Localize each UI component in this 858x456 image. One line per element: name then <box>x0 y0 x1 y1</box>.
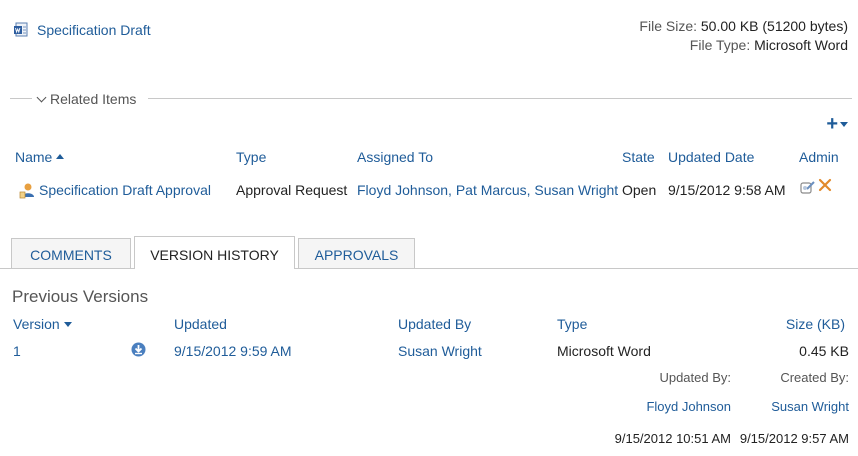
related-item-updated-date: 9/15/2012 9:58 AM <box>668 182 786 198</box>
column-header-type[interactable]: Type <box>236 149 266 165</box>
section-divider <box>10 98 32 99</box>
column-header-updated-date[interactable]: Updated Date <box>668 149 754 165</box>
version-number-link[interactable]: 1 <box>13 343 21 359</box>
caret-down-icon <box>840 122 848 128</box>
footer-created-by-link[interactable]: Susan Wright <box>771 399 849 414</box>
chevron-down-icon <box>36 92 47 103</box>
document-title-link[interactable]: Specification Draft <box>37 22 151 38</box>
tab-version-history[interactable]: VERSION HISTORY <box>134 236 295 269</box>
add-related-item-button[interactable]: + <box>826 114 848 134</box>
tab-comments[interactable]: COMMENTS <box>11 238 131 268</box>
footer-updated-date: 9/15/2012 10:51 AM <box>614 431 731 446</box>
plus-icon: + <box>826 113 838 135</box>
column-header-version[interactable]: Version <box>13 316 72 332</box>
download-icon[interactable] <box>131 342 146 357</box>
footer-created-by-label: Created By: <box>780 370 849 385</box>
related-item-assigned-to-link[interactable]: Floyd Johnson, Pat Marcus, Susan Wright <box>357 182 618 198</box>
related-items-title: Related Items <box>50 91 137 107</box>
version-size: 0.45 KB <box>799 343 849 359</box>
previous-versions-title: Previous Versions <box>12 287 149 306</box>
column-header-updated-by[interactable]: Updated By <box>398 316 471 332</box>
file-size-value: 50.00 KB (51200 bytes) <box>700 18 848 34</box>
sort-descending-icon <box>63 322 72 327</box>
column-header-name[interactable]: Name <box>15 149 65 165</box>
column-header-admin: Admin <box>799 149 839 165</box>
version-updated-by-link[interactable]: Susan Wright <box>398 343 482 359</box>
edit-icon[interactable] <box>800 180 816 195</box>
file-type-info: File Type: Microsoft Word <box>690 37 848 53</box>
version-updated-link[interactable]: 9/15/2012 9:59 AM <box>174 343 292 359</box>
section-divider <box>148 98 852 99</box>
file-size-label: File Size: <box>639 18 697 34</box>
word-document-icon <box>14 22 28 37</box>
column-header-updated[interactable]: Updated <box>174 316 227 332</box>
footer-created-date: 9/15/2012 9:57 AM <box>739 431 849 446</box>
delete-x-icon[interactable] <box>818 178 832 192</box>
footer-updated-by-link[interactable]: Floyd Johnson <box>646 399 731 414</box>
version-file-type: Microsoft Word <box>557 343 651 359</box>
related-item-type: Approval Request <box>236 182 348 198</box>
column-header-assigned-to[interactable]: Assigned To <box>357 149 433 165</box>
column-header-size[interactable]: Size (KB) <box>786 316 845 332</box>
approval-person-icon <box>19 183 34 199</box>
tab-approvals[interactable]: APPROVALS <box>298 238 415 268</box>
related-item-state: Open <box>622 182 657 198</box>
column-header-state[interactable]: State <box>622 149 655 165</box>
footer-updated-by-label: Updated By: <box>659 370 731 385</box>
tabs-baseline <box>0 268 858 269</box>
file-type-value: Microsoft Word <box>754 37 848 53</box>
file-type-label: File Type: <box>689 37 751 53</box>
related-items-toggle[interactable]: Related Items <box>36 91 136 107</box>
column-header-file-type[interactable]: Type <box>557 316 587 332</box>
sort-ascending-icon <box>56 154 65 159</box>
file-size-info: File Size: 50.00 KB (51200 bytes) <box>639 18 848 34</box>
related-item-name-link[interactable]: Specification Draft Approval <box>39 182 211 198</box>
